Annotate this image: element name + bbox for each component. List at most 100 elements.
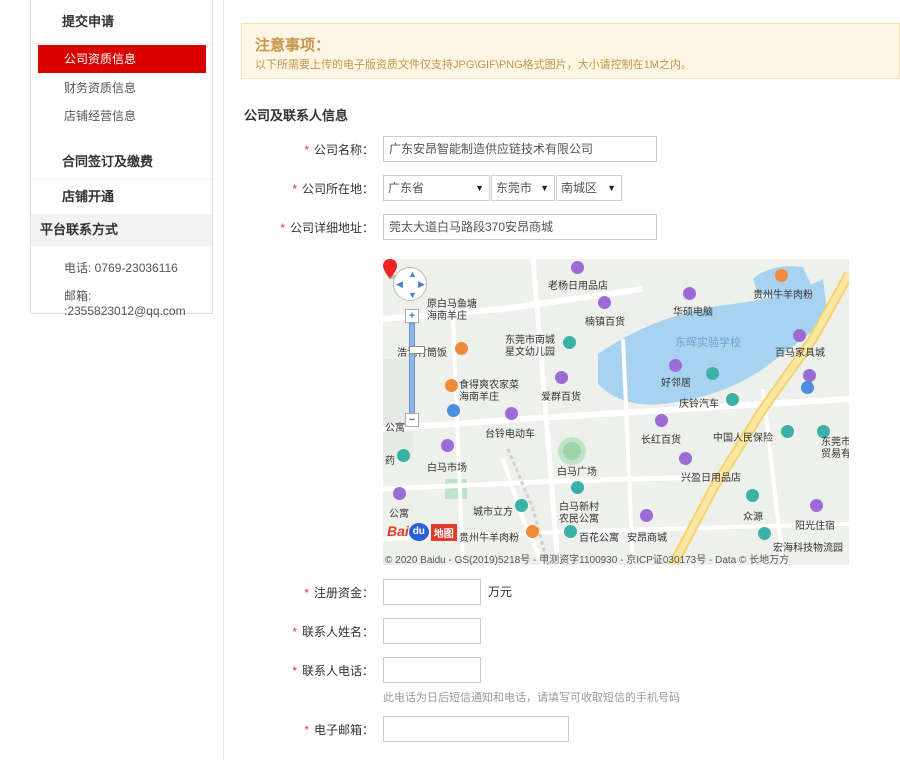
map-place-label: 星文幼儿园 [505,347,555,358]
sidebar-item-company-qualification[interactable]: 公司资质信息 [38,45,206,73]
map-place-label: 贵州牛羊肉粉 [753,290,813,301]
province-select[interactable]: 广东省 ▼ [383,175,490,201]
school-poi-icon[interactable] [563,336,576,349]
shop-poi-icon[interactable] [393,487,406,500]
city-select-value: 东莞市 [496,181,533,195]
sidebar-item-store-operation[interactable]: 店铺经营信息 [38,102,206,130]
company-name-input[interactable]: 广东安昂智能制造供应链技术有限公司 [383,136,657,162]
food-poi-icon[interactable] [445,379,458,392]
content-divider [223,0,224,760]
contact-phone-label: * 联系人电话： [244,662,374,679]
province-select-value: 广东省 [388,181,425,195]
place-poi-icon[interactable] [515,499,528,512]
shop-poi-icon[interactable] [793,329,806,342]
platform-email: 邮箱: :2355823012@qq.com [64,289,186,318]
car-poi-icon[interactable] [726,393,739,406]
shop-poi-icon[interactable] [810,499,823,512]
city-select[interactable]: 东莞市 ▼ [491,175,555,201]
map-place-label: 公寓 [389,509,409,520]
location-map[interactable]: 老杨日用品店 贵州牛羊肉粉 原白马鱼塘 海南羊庄 楠镇百货 华硕电脑 东莞市南城… [383,259,849,565]
parking-poi-icon[interactable] [801,381,814,394]
map-place-label: 老杨日用品店 [548,281,608,292]
map-place-label: 众源 [743,512,763,523]
map-place-label: 兴盈日用品店 [681,473,741,484]
place-poi-icon[interactable] [746,489,759,502]
place-poi-icon[interactable] [397,449,410,462]
shop-poi-icon[interactable] [571,261,584,274]
map-place-label: 爱群百货 [541,392,581,403]
contact-name-input[interactable] [383,618,481,644]
map-place-label: 贵州牛羊肉粉 [459,533,519,544]
map-place-label: 百马家具城 [775,348,825,359]
company-name-label-text: 公司名称： [313,143,374,157]
company-address-input[interactable]: 莞太大道白马路段370安昂商城 [383,214,657,240]
chevron-down-icon[interactable]: ▼ [408,290,417,300]
shop-poi-icon[interactable] [683,287,696,300]
shop-poi-icon[interactable] [505,407,518,420]
zoom-in-button[interactable]: + [405,309,419,323]
map-place-label: 城市立方 [473,507,513,518]
company-location-label-text: 公司所在地： [301,182,374,196]
registered-capital-label-text: 注册资金： [313,586,374,600]
chevron-left-icon[interactable]: ◀ [396,279,403,290]
map-pan-control[interactable]: ▲ ▼ ◀ ▶ [393,267,427,301]
map-place-label: 好邻居 [661,378,691,389]
shop-poi-icon[interactable] [555,371,568,384]
chevron-right-icon[interactable]: ▶ [418,279,425,290]
registered-capital-unit: 万元 [488,585,513,599]
sidebar-store-open-heading[interactable]: 店铺开通 [31,180,212,214]
parking-poi-icon[interactable] [447,404,460,417]
required-mark: * [304,143,309,157]
place-poi-icon[interactable] [564,525,577,538]
map-place-label: 阳光住宿 [795,521,835,532]
hospital-poi-icon[interactable] [706,367,719,380]
sidebar-contract-heading[interactable]: 合同签订及缴费 [31,144,212,180]
required-mark: * [292,182,297,196]
shop-poi-icon[interactable] [679,452,692,465]
place-poi-icon[interactable] [571,481,584,494]
shop-poi-icon[interactable] [669,359,682,372]
food-poi-icon[interactable] [526,525,539,538]
shop-poi-icon[interactable] [640,509,653,522]
map-place-label: 中国人民保险 [713,433,773,444]
map-place-label: 农民公寓 [559,514,599,525]
contact-phone-input[interactable] [383,657,481,683]
baidu-logo-text: Bai [387,523,409,539]
zoom-slider-handle[interactable] [409,346,425,354]
email-input[interactable] [383,716,569,742]
chevron-up-icon[interactable]: ▲ [408,269,417,279]
shop-poi-icon[interactable] [441,439,454,452]
company-address-label-text: 公司详细地址： [289,221,374,235]
contact-phone-hint: 此电话为日后短信通知和电话，请填写可收取短信的手机号码 [383,692,680,704]
map-place-label: 海南羊庄 [427,311,467,322]
registered-capital-input[interactable] [383,579,481,605]
company-name-label: * 公司名称： [244,141,374,158]
required-mark: * [292,625,297,639]
required-mark: * [280,221,285,235]
required-mark: * [304,586,309,600]
map-place-label: 白马市场 [427,463,467,474]
map-zoom-control[interactable]: + − [405,309,425,427]
sidebar-submit-heading: 提交申请 [31,0,212,44]
shop-poi-icon[interactable] [598,296,611,309]
zoom-slider[interactable] [409,323,425,415]
map-place-label: 台铃电动车 [485,429,535,440]
food-poi-icon[interactable] [775,269,788,282]
place-poi-icon[interactable] [758,527,771,540]
sidebar-item-financial-qualification[interactable]: 财务资质信息 [38,74,206,102]
sidebar: 提交申请 公司资质信息 财务资质信息 店铺经营信息 合同签订及缴费 店铺开通 平… [30,0,213,318]
notice-text: 以下所需要上传的电子版资质文件仅支持JPG\GIF\PNG格式图片，大小请控制在… [255,59,692,71]
food-poi-icon[interactable] [455,342,468,355]
zoom-out-button[interactable]: − [405,413,419,427]
notice-box: 注意事项： 以下所需要上传的电子版资质文件仅支持JPG\GIF\PNG格式图片，… [241,23,900,79]
district-select-value: 南城区 [561,181,598,195]
platform-contact-heading: 平台联系方式 [31,214,212,246]
bank-poi-icon[interactable] [781,425,794,438]
contact-name-label-text: 联系人姓名： [301,625,374,639]
shop-poi-icon[interactable] [655,414,668,427]
shop-poi-icon[interactable] [803,369,816,382]
map-place-label: 华硕电脑 [673,307,713,318]
baidu-logo-ditu: 地图 [430,523,457,541]
required-mark: * [292,664,297,678]
district-select[interactable]: 南城区 ▼ [556,175,622,201]
